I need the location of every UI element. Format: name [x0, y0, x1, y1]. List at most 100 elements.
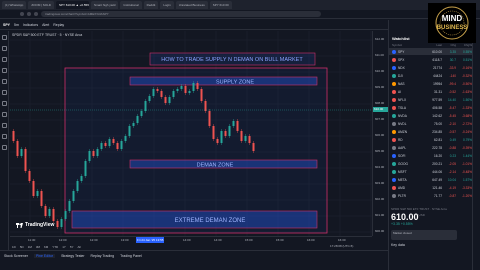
range-button[interactable]: 1M: [28, 245, 32, 249]
text-icon[interactable]: [1, 79, 7, 84]
lock-icon[interactable]: [1, 134, 7, 139]
magnet-icon[interactable]: [1, 123, 7, 128]
range-button[interactable]: YTD: [52, 245, 58, 249]
range-button[interactable]: 1Y: [62, 245, 66, 249]
candle-body: [92, 151, 95, 156]
range-button[interactable]: 3M: [36, 245, 40, 249]
watchlist-row[interactable]: PLTR 71.77 -0.87 -1.20%: [389, 192, 473, 199]
candle-body: [108, 139, 111, 146]
tab-stock-screener[interactable]: Stock Screener: [4, 254, 28, 258]
browser-tab[interactable]: (1) WhatsApp: [2, 1, 27, 9]
watchlist-row[interactable]: GOOG 200.21 -2.05 -1.01%: [389, 160, 473, 167]
watchlist-row[interactable]: NDX 21774 -33.9 -0.16%: [389, 64, 473, 71]
trash-icon[interactable]: [1, 145, 7, 150]
watchlist-row[interactable]: AMD 121.46 -4.19 -3.33%: [389, 184, 473, 191]
browser-tab[interactable]: SPY 610 00: [209, 1, 232, 9]
watchlist-row[interactable]: NVDL 75.00 -2.10 -2.72%: [389, 120, 473, 127]
watchlist-row[interactable]: SPY 610.00 3.35 0.55%: [389, 48, 473, 55]
watchlist-row[interactable]: META 647.49 10.04 1.57%: [389, 176, 473, 183]
chart-pane[interactable]: HOW TO TRADE SUPPLY N DEMAN ON BULL MARK…: [10, 31, 372, 236]
fib-icon[interactable]: [1, 57, 7, 62]
watchlist-row[interactable]: DJI 44424 -140 -0.32%: [389, 72, 473, 79]
watchlist-row[interactable]: AI 31.31 -0.52 -1.63%: [389, 88, 473, 95]
watchlist-sym: AMD: [398, 185, 406, 190]
range-button[interactable]: All: [78, 245, 81, 249]
tab-strategy-tester[interactable]: Strategy Tester: [61, 254, 84, 258]
tab-replay-trading[interactable]: Replay Trading: [91, 254, 115, 258]
price-scale[interactable]: 610.00 612.00 611.00 610.00 609.00 608.00 607…: [372, 31, 389, 236]
time-scale[interactable]: 16:3016:0015:3015:0014:3014:0013:3013:00…: [10, 236, 372, 243]
forward-icon[interactable]: [27, 12, 31, 16]
watchlist-row[interactable]: RD 62.81 0.49 0.79%: [389, 136, 473, 143]
browser-tab[interactable]: SPY 610.00 ▲ +0.55%: [55, 1, 89, 9]
symbol-logo-icon: [392, 81, 396, 86]
tab-trading-panel[interactable]: Trading Panel: [120, 254, 142, 258]
watchlist-row[interactable]: MSFT 444.06 -2.14 -0.48%: [389, 168, 473, 175]
candle-body: [52, 209, 55, 221]
range-button[interactable]: 6M: [44, 245, 48, 249]
pattern-icon[interactable]: [1, 90, 7, 95]
watchlist-row[interactable]: TSLA 406.58 -5.47 -1.33%: [389, 104, 473, 111]
indicators-button[interactable]: Indicators: [23, 23, 38, 27]
back-icon[interactable]: [20, 12, 24, 16]
browser-tab[interactable]: Smart high yield: [90, 1, 119, 9]
symbol-logo-icon: [392, 57, 396, 62]
col-symbol[interactable]: Symbol: [392, 43, 426, 47]
symbol-logo-icon: [392, 193, 396, 198]
trendline-icon[interactable]: [1, 46, 7, 51]
candle-body: [196, 83, 199, 89]
time-tick: 12:00: [59, 238, 67, 242]
candle-body: [12, 131, 15, 141]
candle-body: [116, 143, 119, 149]
watchlist-row[interactable]: AMZN 234.85 -0.57 -0.24%: [389, 128, 473, 135]
zoom-icon[interactable]: [1, 112, 7, 117]
watchlist-title[interactable]: Watchlist: [392, 36, 410, 41]
replay-button[interactable]: Replay: [53, 23, 64, 27]
range-button[interactable]: 5D: [20, 245, 24, 249]
watchlist-sym: NDX: [398, 65, 405, 70]
col-chg[interactable]: Chg: [442, 43, 456, 47]
lesson-frame[interactable]: [64, 67, 328, 234]
watchlist-chg: 30.7: [449, 57, 456, 62]
reload-icon[interactable]: [34, 12, 38, 16]
candle-body: [80, 176, 83, 181]
tab-pine-editor[interactable]: Pine Editor: [33, 254, 56, 258]
interval-button[interactable]: 5m: [14, 23, 19, 27]
ruler-icon[interactable]: [1, 101, 7, 106]
watchlist-row[interactable]: AAPL 222.78 -0.88 -0.39%: [389, 144, 473, 151]
crosshair-icon[interactable]: [1, 35, 7, 40]
browser-tab[interactable]: Unrelated Business: [175, 1, 208, 9]
candlestick-chart[interactable]: HOW TO TRADE SUPPLY N DEMAN ON BULL MARK…: [10, 31, 372, 236]
watchlist-row[interactable]: NVDA 142.62 -5.45 -3.68%: [389, 112, 473, 119]
url-field[interactable]: tradingview.com/chart/?symbol=AMEX%3ASPY: [41, 11, 321, 17]
watchlist-pct: -0.39%: [461, 145, 472, 150]
browser-tab[interactable]: ZOOM | SOLD: [28, 1, 54, 9]
key-data-link[interactable]: Key data: [391, 243, 471, 247]
browser-tab[interactable]: Login: [160, 1, 174, 9]
brush-icon[interactable]: [1, 68, 7, 73]
candle-body: [24, 149, 27, 171]
range-button[interactable]: 5Y: [70, 245, 74, 249]
watchlist-row[interactable]: NAS 19954 -99.4 -0.50%: [389, 80, 473, 87]
col-last[interactable]: Last: [426, 43, 442, 47]
browser-tab[interactable]: Institutional: [120, 1, 142, 9]
tradingview-brand: TradingView: [25, 222, 55, 228]
alert-button[interactable]: Alert: [42, 23, 49, 27]
candle-body: [228, 126, 231, 136]
price-tick: 603.00: [375, 181, 385, 185]
watchlist-chg: -5.45: [448, 113, 456, 118]
symbol-search-button[interactable]: SPY: [3, 23, 10, 27]
watchlist-sym: TSLA: [398, 105, 406, 110]
watchlist-row[interactable]: SOFI 16.20 0.23 1.44%: [389, 152, 473, 159]
watchlist-row[interactable]: SPX 6118.7 30.7 0.51%: [389, 56, 473, 63]
range-bar: 1D 5D 1M 3M 6M YTD 1Y 5Y All: [10, 243, 372, 250]
watchlist-chg: -0.88: [448, 145, 456, 150]
col-chg-pct[interactable]: Chg%: [456, 43, 472, 47]
watchlist-row[interactable]: NFLX 977.59 14.40 1.50%: [389, 96, 473, 103]
range-button[interactable]: 1D: [12, 245, 16, 249]
candle-body: [156, 89, 159, 91]
watchlist-sym: AAPL: [398, 145, 407, 150]
candle-body: [120, 141, 123, 149]
watchlist-sym: AI: [398, 89, 402, 94]
browser-tab[interactable]: Reddit: [143, 1, 159, 9]
